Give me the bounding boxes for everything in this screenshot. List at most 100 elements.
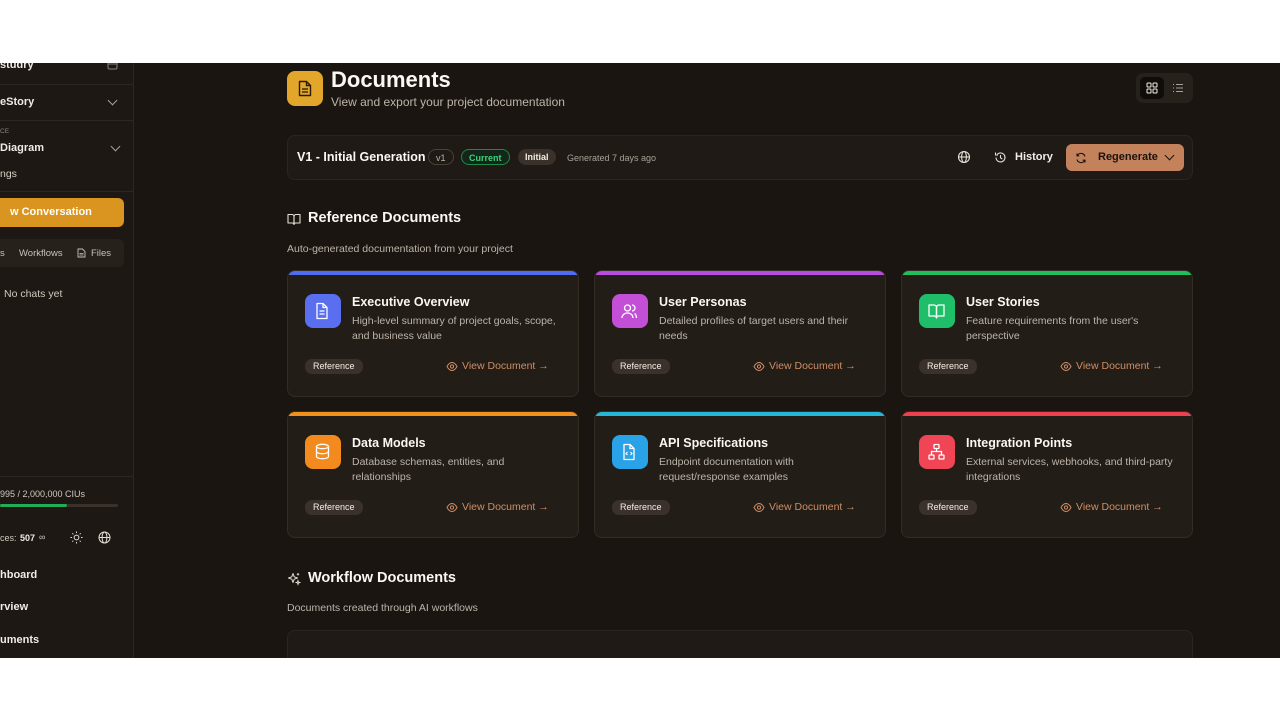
card-title: Executive Overview <box>352 295 470 309</box>
nav-item-overview[interactable]: rview <box>0 601 28 613</box>
diagram-selector-label[interactable]: Diagram <box>0 142 44 154</box>
sidebar-divider <box>0 84 133 85</box>
history-label: History <box>1015 151 1053 163</box>
view-document-link[interactable]: View Document → <box>753 500 861 516</box>
sources-label: ces: <box>0 533 17 543</box>
version-bar: V1 - Initial Generation v1 Current Initi… <box>287 135 1193 180</box>
eye-icon <box>1060 361 1072 372</box>
card-accent-stripe <box>902 271 1192 275</box>
sources-count: 507 <box>20 533 36 543</box>
book-open-icon <box>287 213 301 226</box>
card-tag: Reference <box>612 500 670 515</box>
chevron-down-icon[interactable] <box>110 141 121 152</box>
card-tag: Reference <box>305 500 363 515</box>
tab-files[interactable]: Files <box>91 248 111 259</box>
eye-icon <box>446 502 458 513</box>
view-document-link[interactable]: View Document → <box>1060 500 1168 516</box>
sparkles-icon <box>288 573 301 586</box>
empty-chats-text: No chats yet <box>4 288 63 300</box>
nav-item-documents[interactable]: uments <box>0 634 39 646</box>
eye-icon <box>1060 502 1072 513</box>
file-icon <box>77 248 86 258</box>
tab-chats[interactable]: s <box>0 248 5 259</box>
database-icon <box>315 443 330 460</box>
view-document-label: View Document → <box>769 501 856 513</box>
file-code-icon <box>623 443 635 461</box>
new-conversation-button[interactable]: w Conversation <box>0 198 124 227</box>
file-text-icon <box>298 80 312 97</box>
grid-icon <box>1146 82 1158 94</box>
app-window: studry eStory CE Diagram ngs w Conversat… <box>0 63 1280 658</box>
regenerate-label: Regenerate <box>1098 151 1158 163</box>
card-icon-tile <box>612 294 648 328</box>
globe-icon[interactable] <box>98 531 111 544</box>
view-document-label: View Document → <box>462 501 549 513</box>
version-badge: v1 <box>428 149 454 165</box>
card-icon-tile <box>612 435 648 469</box>
card-title: API Specifications <box>659 436 769 450</box>
refresh-icon <box>1076 152 1086 164</box>
card-icon-tile <box>919 294 955 328</box>
document-card[interactable]: Integration Points External services, web… <box>901 411 1193 538</box>
card-icon-tile <box>305 435 341 469</box>
card-icon-tile <box>919 435 955 469</box>
card-title: User Stories <box>966 295 1040 309</box>
panel-icon[interactable] <box>107 63 118 70</box>
document-card[interactable]: API Specifications Endpoint documentation… <box>594 411 886 538</box>
view-document-link[interactable]: View Document → <box>446 500 554 516</box>
regenerate-button[interactable]: Regenerate <box>1066 144 1184 171</box>
reference-section-subtitle: Auto-generated documentation from your p… <box>287 243 513 255</box>
users-icon <box>621 304 638 319</box>
section-label: CE <box>0 128 10 135</box>
view-toggle <box>1136 73 1193 103</box>
chevron-down-icon[interactable] <box>1164 150 1175 161</box>
card-description: Feature requirements from the user's per… <box>966 315 1139 342</box>
history-icon <box>994 152 1006 163</box>
view-document-link[interactable]: View Document → <box>753 359 861 375</box>
sidebar-divider <box>0 120 133 121</box>
eye-icon <box>446 361 458 372</box>
nav-item-dashboard[interactable]: hboard <box>0 569 37 581</box>
card-description: High-level summary of project goals, sco… <box>352 315 556 342</box>
usage-text: 995 / 2,000,000 CIUs <box>0 489 86 499</box>
card-description: Detailed profiles of target users and th… <box>659 315 849 342</box>
list-icon <box>1173 84 1183 92</box>
card-accent-stripe <box>288 271 578 275</box>
view-document-label: View Document → <box>769 360 856 372</box>
view-document-label: View Document → <box>1076 360 1163 372</box>
file-text-icon <box>316 302 328 320</box>
view-document-link[interactable]: View Document → <box>446 359 554 375</box>
card-accent-stripe <box>595 271 885 275</box>
sun-icon[interactable] <box>70 531 83 544</box>
book-open-icon <box>928 304 945 319</box>
reference-section-title: Reference Documents <box>308 210 462 226</box>
card-accent-stripe <box>288 412 578 416</box>
sidebar-item-settings[interactable]: ngs <box>0 168 17 180</box>
view-document-label: View Document → <box>1076 501 1163 513</box>
eye-icon <box>753 361 765 372</box>
sidebar-tabs: s Workflows Files <box>0 239 124 267</box>
view-document-link[interactable]: View Document → <box>1060 359 1168 375</box>
card-tag: Reference <box>919 500 977 515</box>
tab-workflows[interactable]: Workflows <box>19 248 63 259</box>
view-document-label: View Document → <box>462 360 549 372</box>
document-card[interactable]: Data Models Database schemas, entities, a… <box>287 411 579 538</box>
card-icon-tile <box>305 294 341 328</box>
workflow-section-subtitle: Documents created through AI workflows <box>287 602 478 614</box>
sidebar-top-item[interactable]: studry <box>0 63 34 71</box>
chevron-down-icon[interactable] <box>107 95 118 106</box>
sidebar-divider <box>0 191 133 192</box>
workflow-section-title: Workflow Documents <box>308 570 456 586</box>
document-card[interactable]: User Personas Detailed profiles of target… <box>594 270 886 397</box>
history-button[interactable]: History <box>992 146 1058 170</box>
document-card[interactable]: Executive Overview High-level summary of … <box>287 270 579 397</box>
usage-progress-bar <box>0 504 118 507</box>
list-view-button[interactable] <box>1167 77 1189 99</box>
card-accent-stripe <box>595 412 885 416</box>
project-selector-label[interactable]: eStory <box>0 96 34 108</box>
grid-view-button[interactable] <box>1140 77 1164 99</box>
document-card[interactable]: User Stories Feature requirements from th… <box>901 270 1193 397</box>
generated-timestamp: Generated 7 days ago <box>567 153 657 163</box>
card-description: External services, webhooks, and third-p… <box>966 456 1173 483</box>
globe-icon[interactable] <box>957 150 971 164</box>
